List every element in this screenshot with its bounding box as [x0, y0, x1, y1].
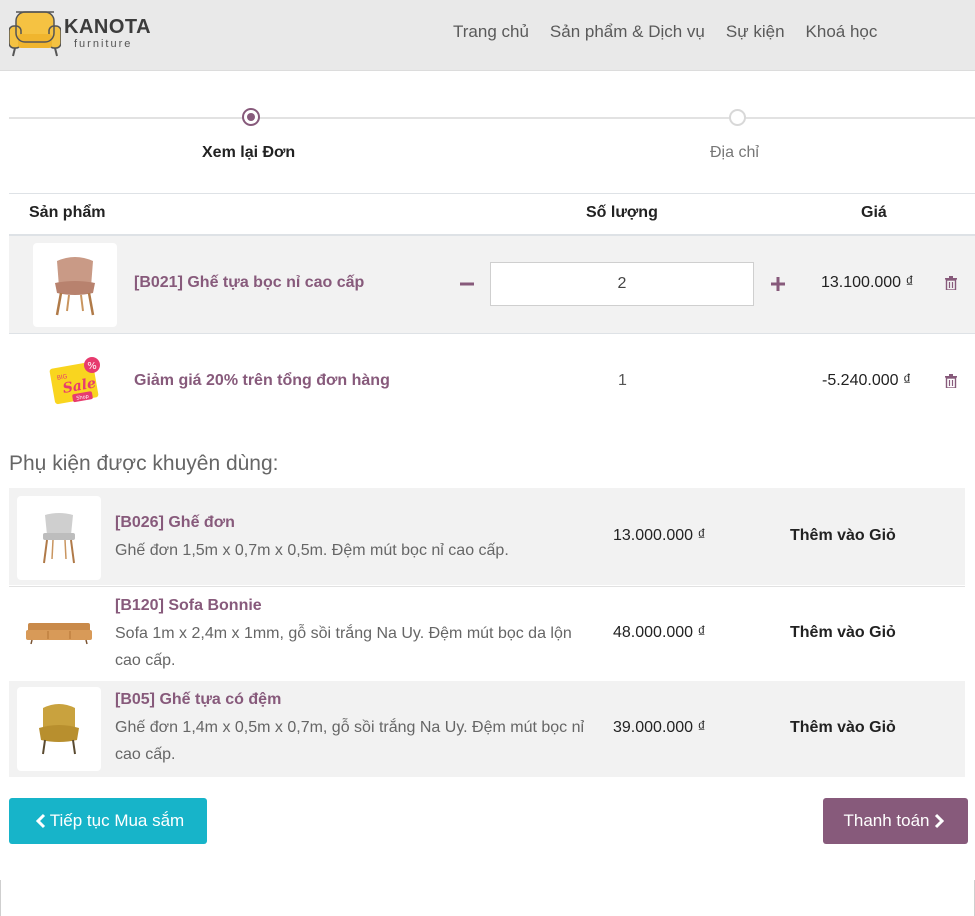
- trash-icon: [945, 374, 957, 389]
- accessory-price: 48.000.000 ₫: [613, 624, 706, 641]
- accessory-name-link[interactable]: [B026] Ghế đơn: [115, 514, 235, 532]
- trash-icon: [945, 276, 957, 291]
- remove-discount-button[interactable]: [945, 374, 957, 393]
- discount-qty: 1: [618, 372, 627, 389]
- badge-tag: Shop: [76, 394, 89, 402]
- step-review-label: Xem lại Đơn: [202, 144, 296, 161]
- big-sale-badge-icon: % BIG Sale Shop: [49, 357, 100, 405]
- add-to-cart-button[interactable]: Thêm vào Giỏ: [790, 624, 896, 642]
- discount-price: -5.240.000 ₫: [822, 372, 912, 389]
- quantity-input[interactable]: [490, 262, 754, 306]
- checkout-label: Thanh toán: [843, 811, 930, 830]
- promo-image: % BIG Sale Shop: [33, 340, 117, 424]
- accessory-description: Ghế đơn 1,5m x 0,7m x 0,5m. Đệm mút bọc …: [115, 542, 509, 559]
- sofa-icon: [26, 623, 92, 645]
- cart-line: % BIG Sale Shop Giảm giá 20% trên tổng đ…: [9, 334, 975, 430]
- decrease-qty-button[interactable]: [459, 270, 475, 296]
- accessory-description: Ghế đơn 1,4m x 0,5m x 0,7m, gỗ sồi trắng…: [115, 719, 585, 763]
- accessory-image[interactable]: [17, 687, 101, 771]
- nav-products-services[interactable]: Sản phẩm & Dịch vụ: [550, 22, 705, 42]
- remove-line-button[interactable]: [945, 276, 957, 295]
- column-header-product: Sản phẩm: [29, 204, 106, 221]
- table-top-border: [9, 193, 975, 194]
- nav-events[interactable]: Sự kiện: [726, 22, 785, 42]
- armchair-pink-icon: [55, 257, 95, 316]
- logo-subtitle: furniture: [74, 38, 133, 50]
- discount-line-name: Giảm giá 20% trên tổng đơn hàng: [134, 372, 390, 389]
- accessory-image[interactable]: [17, 496, 101, 580]
- brand-logo[interactable]: KANOTA furniture: [9, 10, 152, 60]
- minus-icon: [460, 282, 474, 286]
- column-header-quantity: Số lượng: [586, 204, 658, 221]
- increase-qty-button[interactable]: [770, 270, 786, 296]
- accessory-item: [B120] Sofa Bonnie Sofa 1m x 2,4m x 1mm,…: [9, 586, 965, 682]
- armchair-logo-icon: [9, 11, 61, 57]
- product-name-link[interactable]: [B021] Ghế tựa bọc nỉ cao cấp: [134, 274, 364, 292]
- nav-home[interactable]: Trang chủ: [453, 22, 529, 42]
- step-address-label: Địa chỉ: [710, 144, 759, 161]
- continue-shopping-label: Tiếp tục Mua sắm: [49, 811, 185, 830]
- progress-line: [9, 117, 975, 119]
- armchair-mustard-icon: [39, 704, 79, 755]
- accessory-image[interactable]: [17, 591, 101, 675]
- plus-icon: [771, 277, 785, 291]
- add-to-cart-button[interactable]: Thêm vào Giỏ: [790, 719, 896, 737]
- logo-name: KANOTA: [64, 16, 152, 38]
- accessory-price: 39.000.000 ₫: [613, 719, 706, 736]
- accessory-name-link[interactable]: [B05] Ghế tựa có đệm: [115, 691, 281, 709]
- accessory-description: Sofa 1m x 2,4m x 1mm, gỗ sồi trắng Na Uy…: [115, 625, 572, 669]
- chair-grey-icon: [43, 513, 75, 564]
- chevron-right-icon: [934, 813, 944, 829]
- cart-line: [B021] Ghế tựa bọc nỉ cao cấp 13.100.000…: [9, 236, 975, 334]
- chevron-left-icon: [35, 813, 45, 829]
- step-review-dot: [242, 108, 260, 126]
- accessory-item: [B026] Ghế đơn Ghế đơn 1,5m x 0,7m x 0,5…: [9, 488, 965, 585]
- add-to-cart-button[interactable]: Thêm vào Giỏ: [790, 527, 896, 545]
- accessory-price: 13.000.000 ₫: [613, 527, 706, 544]
- badge-percent: %: [87, 361, 97, 372]
- checkout-button[interactable]: Thanh toán: [823, 798, 968, 844]
- accessories-heading: Phụ kiện được khuyên dùng:: [9, 452, 279, 475]
- continue-shopping-button[interactable]: Tiếp tục Mua sắm: [9, 798, 207, 844]
- accessory-item: [B05] Ghế tựa có đệm Ghế đơn 1,4m x 0,5m…: [9, 681, 965, 777]
- step-address-dot: [729, 109, 746, 126]
- accessory-name-link[interactable]: [B120] Sofa Bonnie: [115, 597, 262, 615]
- nav-courses[interactable]: Khoá học: [806, 22, 878, 42]
- product-image[interactable]: [33, 243, 117, 327]
- top-navbar: KANOTA furniture Trang chủ Sản phẩm & Dị…: [0, 0, 975, 71]
- main-nav: Trang chủ Sản phẩm & Dịch vụ Sự kiện Kho…: [453, 22, 877, 42]
- column-header-price: Giá: [861, 204, 887, 221]
- line-price: 13.100.000 ₫: [821, 274, 914, 291]
- page-bottom-frame: [0, 880, 975, 916]
